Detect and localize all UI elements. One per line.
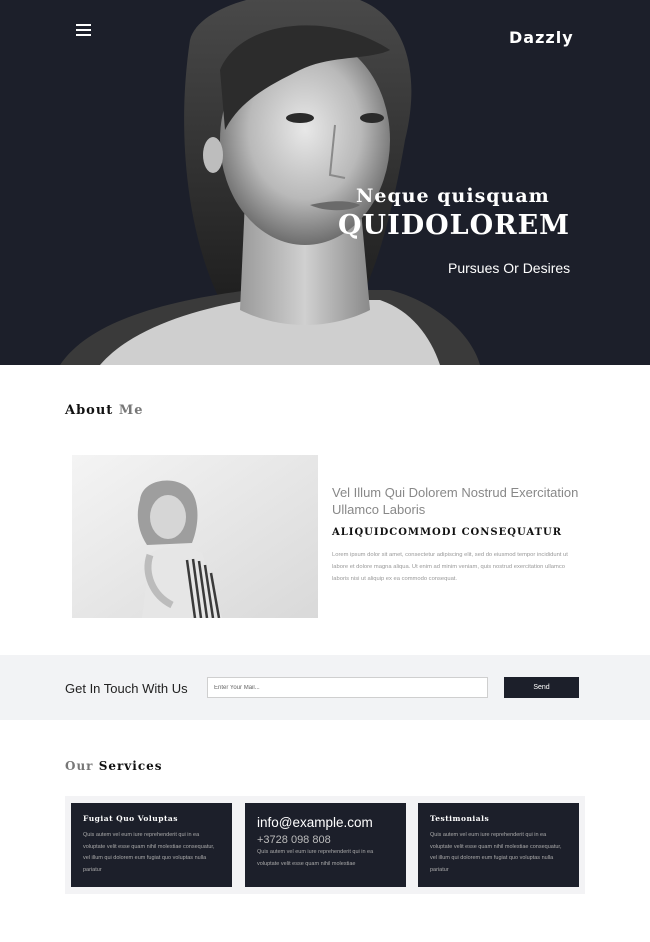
testimonials-card-text: Quis autem vel eum iure reprehenderit qu…: [430, 832, 562, 873]
hero-portrait-image: [0, 0, 650, 365]
hero-title-line2: QUIDOLOREM: [338, 210, 571, 241]
services-title-main: Services: [98, 759, 163, 773]
brand-logo[interactable]: Dazzly: [509, 28, 574, 47]
testimonials-card-title: Testimonials: [430, 814, 490, 823]
about-title-main: About: [65, 403, 114, 418]
send-button[interactable]: Send: [504, 677, 579, 698]
service-card: Fugiat Quo Voluptas Quis autem vel eum i…: [71, 803, 232, 887]
services-title-highlight: Our: [65, 759, 94, 773]
about-section-title: About Me: [65, 403, 144, 418]
testimonials-card: Testimonials Quis autem vel eum iure rep…: [418, 803, 579, 887]
about-heading: Vel Illum Qui Dolorem Nostrud Exercitati…: [332, 485, 579, 517]
contact-phone[interactable]: +3728 098 808: [257, 834, 394, 846]
about-body-text: Lorem ipsum dolor sit amet, consectetur …: [332, 552, 568, 582]
hero-subtitle: Pursues Or Desires: [448, 260, 571, 276]
hero-banner: Dazzly Neque quisquam QUIDOLOREM Pursues…: [0, 0, 650, 365]
service-card-text: Quis autem vel eum iure reprehenderit qu…: [83, 832, 215, 873]
hero-title-line1: Neque quisquam: [356, 185, 550, 207]
about-subheading: aliquidcommodi consequatur: [332, 527, 563, 538]
hamburger-menu-icon[interactable]: [76, 24, 91, 37]
about-portrait-image: [72, 455, 318, 618]
contact-card-text: Quis autem vel eum iure reprehenderit qu…: [257, 849, 374, 867]
about-title-highlight: Me: [118, 403, 144, 418]
contact-card: info@example.com +3728 098 808 Quis aute…: [245, 803, 406, 887]
contact-label: Get In Touch With Us: [65, 681, 188, 696]
service-card-title: Fugiat Quo Voluptas: [83, 814, 178, 823]
contact-email[interactable]: info@example.com: [257, 815, 394, 830]
email-input[interactable]: [207, 677, 488, 698]
services-section-title: Our Services: [65, 759, 163, 773]
about-photo: [72, 455, 318, 618]
